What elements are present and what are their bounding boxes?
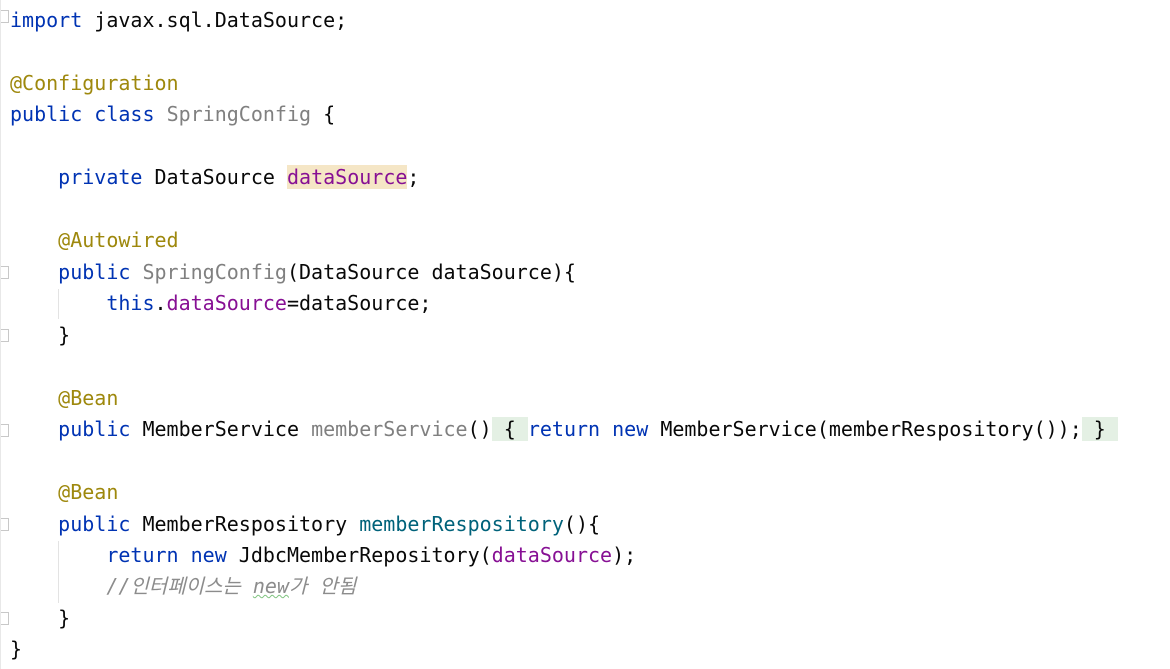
field-name: dataSource (491, 543, 613, 567)
code-line-annotation: @Autowired (10, 225, 179, 256)
code-text: MemberService(memberRespository()); (660, 417, 1082, 441)
method-name: memberService (311, 417, 468, 441)
code-line-field: private DataSource dataSource; (10, 162, 419, 193)
code-line-member-service: public MemberService memberService() { r… (10, 414, 1118, 445)
keyword: new (612, 417, 649, 441)
keyword: public (58, 417, 131, 441)
code-line-comment: //인터페이스는 new가 안됨 (10, 571, 356, 602)
code-line-import: import javax.sql.DataSource; (10, 5, 347, 36)
code-text: (){ (563, 512, 601, 536)
type-name: DataSource (154, 165, 275, 189)
fold-marker-icon[interactable] (1, 612, 9, 625)
code-text: =dataSource; (286, 291, 432, 315)
method-name: memberRespository (359, 512, 564, 536)
code-line-close: } (10, 603, 70, 634)
keyword: return (527, 417, 601, 441)
code-line-member-repository: public MemberRespository memberResposito… (10, 509, 600, 540)
keyword: class (94, 102, 155, 126)
keyword: import (10, 8, 83, 32)
code-text: (DataSource dataSource){ (286, 260, 576, 284)
fold-marker-icon[interactable] (1, 518, 9, 531)
annotation: @Configuration (10, 71, 179, 95)
fold-marker-icon[interactable] (1, 10, 9, 23)
code-line-class-close: } (10, 634, 22, 665)
comment: 가 안됨 (288, 574, 357, 598)
class-name: SpringConfig (166, 102, 312, 126)
fold-marker-icon[interactable] (1, 424, 9, 437)
code-text: } (10, 637, 23, 661)
code-text: javax.sql.DataSource; (82, 8, 348, 32)
keyword: public (58, 512, 131, 536)
keyword: this (106, 291, 155, 315)
keyword: public (58, 260, 131, 284)
folded-brace[interactable]: } (1081, 417, 1118, 441)
code-text: . (154, 291, 167, 315)
keyword: private (58, 165, 143, 189)
comment: //인터페이스는 (106, 574, 253, 598)
code-text: () (467, 417, 492, 441)
code-line-class-decl: public class SpringConfig { (10, 99, 335, 130)
code-line-close: } (10, 320, 70, 351)
code-line-annotation: @Bean (10, 383, 118, 414)
keyword: new (190, 543, 227, 567)
code-text: JdbcMemberRepository( (238, 543, 492, 567)
fold-marker-icon[interactable] (1, 329, 9, 342)
code-line-assignment: this.dataSource=dataSource; (10, 288, 431, 319)
code-line-annotation: @Configuration (10, 68, 179, 99)
code-text: { (323, 102, 336, 126)
code-editor[interactable]: import javax.sql.DataSource; @Configurat… (0, 0, 1170, 669)
field-name: dataSource (166, 291, 287, 315)
comment-typo-highlight: new (252, 574, 289, 598)
code-text: ; (407, 165, 420, 189)
code-line-constructor: public SpringConfig(DataSource dataSourc… (10, 257, 576, 288)
code-line-annotation: @Bean (10, 477, 118, 508)
code-text: ); (612, 543, 637, 567)
keyword: public (10, 102, 83, 126)
code-text: } (58, 606, 71, 630)
field-name: dataSource (286, 165, 408, 189)
annotation: @Autowired (58, 228, 179, 252)
folded-brace[interactable]: { (491, 417, 528, 441)
annotation: @Bean (58, 480, 119, 504)
constructor-name: SpringConfig (142, 260, 287, 284)
type-name: MemberRespository (142, 512, 348, 536)
keyword: return (106, 543, 179, 567)
annotation: @Bean (58, 386, 119, 410)
type-name: MemberService (142, 417, 300, 441)
code-line-return: return new JdbcMemberRepository(dataSour… (10, 540, 636, 571)
fold-marker-icon[interactable] (1, 266, 9, 279)
code-text: } (58, 323, 71, 347)
